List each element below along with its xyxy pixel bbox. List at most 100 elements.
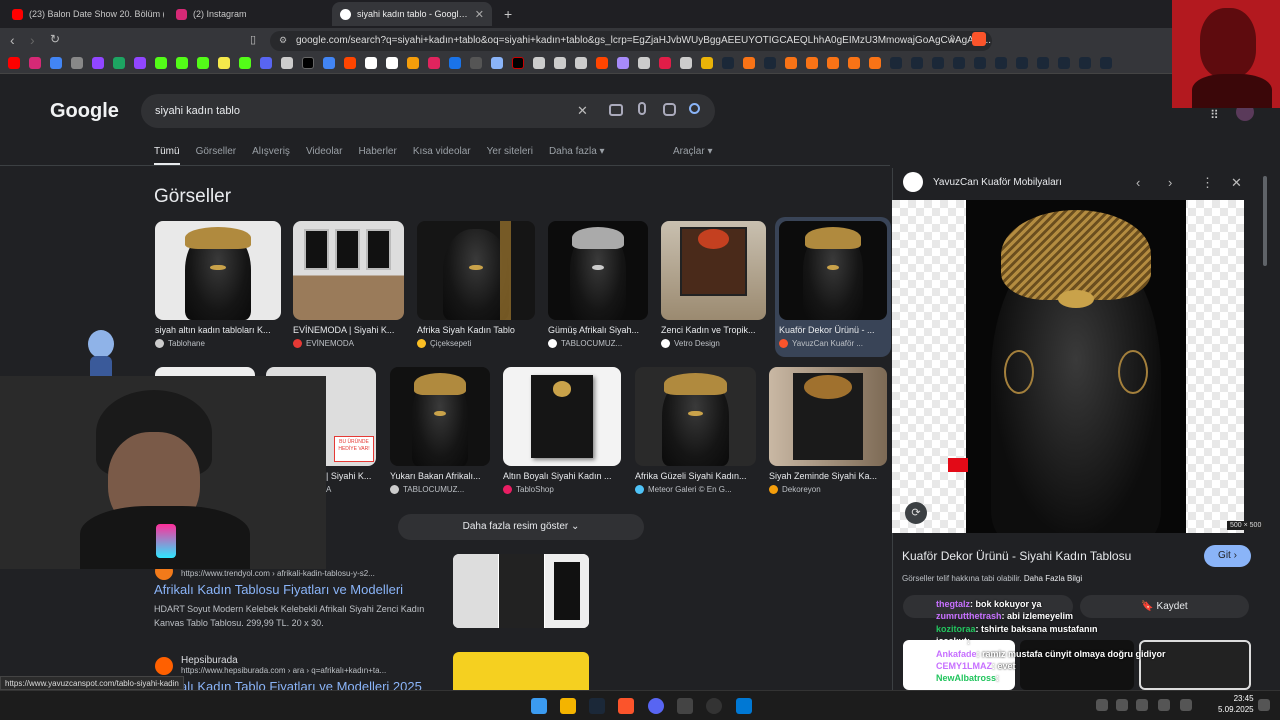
bookmark-icon[interactable] — [596, 57, 608, 69]
bookmark-icon[interactable] — [491, 57, 503, 69]
bookmark-icon[interactable] — [659, 57, 671, 69]
bookmark-instagram-icon[interactable] — [29, 57, 41, 69]
back-icon[interactable]: ‹ — [10, 32, 15, 48]
previous-icon[interactable]: ‹ — [1136, 175, 1140, 190]
bookmark-icon[interactable] — [71, 57, 83, 69]
bookmark-icon[interactable] — [365, 57, 377, 69]
file-explorer-icon[interactable] — [560, 698, 576, 714]
bookmark-icon[interactable] — [575, 57, 587, 69]
learn-more-link[interactable]: Daha Fazla Bilgi — [1024, 574, 1082, 583]
image-result[interactable]: Afrika Güzeli Siyahi Kadın... Meteor Gal… — [635, 367, 756, 494]
image-result[interactable]: Gümüş Afrikalı Siyah... TABLOCUMUZ... — [548, 221, 648, 348]
start-icon[interactable] — [531, 698, 547, 714]
bookmark-youtube-icon[interactable] — [8, 57, 20, 69]
image-title[interactable]: Afrika Güzeli Siyahi Kadın... — [635, 471, 756, 481]
bookmark-icon[interactable] — [323, 57, 335, 69]
bookmark-icon[interactable] — [92, 57, 104, 69]
image-thumbnail[interactable] — [661, 221, 766, 320]
filter-news[interactable]: Haberler — [358, 146, 396, 165]
panel-scrollbar[interactable] — [1262, 168, 1268, 690]
bookmark-icon[interactable] — [806, 57, 818, 69]
image-result[interactable]: Yukarı Bakan Afrikalı... TABLOCUMUZ... — [390, 367, 490, 494]
result-thumbnail[interactable] — [453, 554, 589, 628]
image-thumbnail[interactable] — [769, 367, 887, 466]
bookmark-icon[interactable] — [113, 57, 125, 69]
bookmark-steam-icon[interactable] — [974, 57, 986, 69]
bookmark-icon[interactable] — [533, 57, 545, 69]
filter-places[interactable]: Yer siteleri — [487, 146, 533, 165]
image-title[interactable]: siyah altın kadın tabloları K... — [155, 325, 281, 335]
bookmark-steam-icon[interactable] — [953, 57, 965, 69]
filter-all[interactable]: Tümü — [154, 146, 180, 165]
bookmark-icon[interactable] — [512, 57, 524, 69]
apps-grid-icon[interactable]: ⠿ — [1210, 108, 1219, 122]
bookmark-kick-icon[interactable] — [197, 57, 209, 69]
image-result[interactable]: Zenci Kadın ve Tropik... Vetro Design — [661, 221, 766, 348]
visit-button[interactable]: Git › — [1204, 545, 1251, 567]
app-icon[interactable] — [736, 698, 752, 714]
site-info-icon[interactable]: ⚙ — [279, 35, 287, 46]
filter-shopping[interactable]: Alışveriş — [252, 146, 290, 165]
bookmark-icon[interactable] — [617, 57, 629, 69]
bookmark-steam-icon[interactable] — [995, 57, 1007, 69]
image-result[interactable]: Altın Boyalı Siyahi Kadın ... TabloShop — [503, 367, 621, 494]
bookmark-icon[interactable] — [281, 57, 293, 69]
image-thumbnail[interactable] — [779, 221, 887, 320]
bookmark-steam-icon[interactable] — [764, 57, 776, 69]
volume-icon[interactable] — [1136, 699, 1148, 711]
bookmark-reddit-icon[interactable] — [344, 57, 356, 69]
tray-icon[interactable] — [1116, 699, 1128, 711]
bookmark-icon[interactable] — [407, 57, 419, 69]
tools-button[interactable]: Araçlar ▾ — [673, 146, 712, 157]
search-input[interactable]: siyahi kadın tablo — [141, 94, 715, 128]
microphone-icon[interactable] — [638, 102, 646, 115]
bookmark-folder-icon[interactable] — [701, 57, 713, 69]
tab-google-search[interactable]: siyahi kadın tablo - Google'da Ara ✕ — [332, 2, 492, 26]
image-title[interactable]: Yukarı Bakan Afrikalı... — [390, 471, 490, 481]
result-url[interactable]: https://www.trendyol.com › afrikali-kadi… — [154, 569, 444, 578]
image-thumbnail[interactable] — [390, 367, 490, 466]
keyboard-icon[interactable] — [609, 104, 623, 116]
microphone-tray-icon[interactable] — [1158, 699, 1170, 711]
tab-instagram[interactable]: (2) Instagram — [168, 2, 328, 26]
system-clock[interactable]: 23:45 5.09.2025 — [1218, 693, 1254, 715]
bookmark-kick-icon[interactable] — [155, 57, 167, 69]
discord-icon[interactable] — [648, 698, 664, 714]
notification-icon[interactable] — [1258, 699, 1270, 711]
image-thumbnail[interactable] — [155, 221, 281, 320]
bookmark-icon[interactable] — [386, 57, 398, 69]
network-icon[interactable] — [1180, 699, 1192, 711]
bookmark-icon[interactable] — [638, 57, 650, 69]
more-options-icon[interactable]: ⋮ — [1201, 175, 1214, 191]
image-thumbnail[interactable] — [635, 367, 756, 466]
lens-search-icon[interactable]: ⟳ — [905, 502, 927, 524]
image-title[interactable]: Altın Boyalı Siyahi Kadın ... — [503, 471, 621, 481]
close-tab-icon[interactable]: ✕ — [475, 8, 484, 21]
bookmark-icon[interactable] — [470, 57, 482, 69]
bookmark-icon[interactable] — [680, 57, 692, 69]
bookmark-steam-icon[interactable] — [1058, 57, 1070, 69]
image-title[interactable]: EVİNEMODA | Siyahi K... — [293, 325, 404, 335]
image-title[interactable]: Gümüş Afrikalı Siyah... — [548, 325, 648, 335]
bookmark-icon[interactable] — [449, 57, 461, 69]
close-panel-icon[interactable]: ✕ — [1231, 175, 1242, 191]
bookmark-icon[interactable]: ▯ — [250, 33, 256, 46]
tab-youtube[interactable]: (23) Balon Date Show 20. Bölüm ( AT — [4, 2, 164, 26]
app-icon[interactable] — [706, 698, 722, 714]
tray-icon[interactable] — [1096, 699, 1108, 711]
result-url[interactable]: https://www.hepsiburada.com › ara › q=af… — [154, 666, 422, 675]
bookmark-steam-icon[interactable] — [1037, 57, 1049, 69]
bookmark-steam-icon[interactable] — [1016, 57, 1028, 69]
new-tab-button[interactable]: + — [496, 2, 520, 26]
search-icon[interactable] — [689, 103, 700, 114]
bookmark-steam-icon[interactable] — [890, 57, 902, 69]
image-result-selected[interactable]: Kuaför Dekor Ürünü - ... YavuzCan Kuaför… — [775, 217, 891, 357]
obs-icon[interactable] — [677, 698, 693, 714]
result-thumbnail[interactable] — [453, 652, 589, 690]
bookmark-icon[interactable] — [743, 57, 755, 69]
bookmark-kick-icon[interactable] — [176, 57, 188, 69]
result-title-link[interactable]: Afrikalı Kadın Tablosu Fiyatları ve Mode… — [154, 582, 444, 597]
bookmark-icon[interactable] — [260, 57, 272, 69]
bookmark-x-icon[interactable] — [302, 57, 314, 69]
reload-icon[interactable]: ↻ — [50, 32, 60, 46]
